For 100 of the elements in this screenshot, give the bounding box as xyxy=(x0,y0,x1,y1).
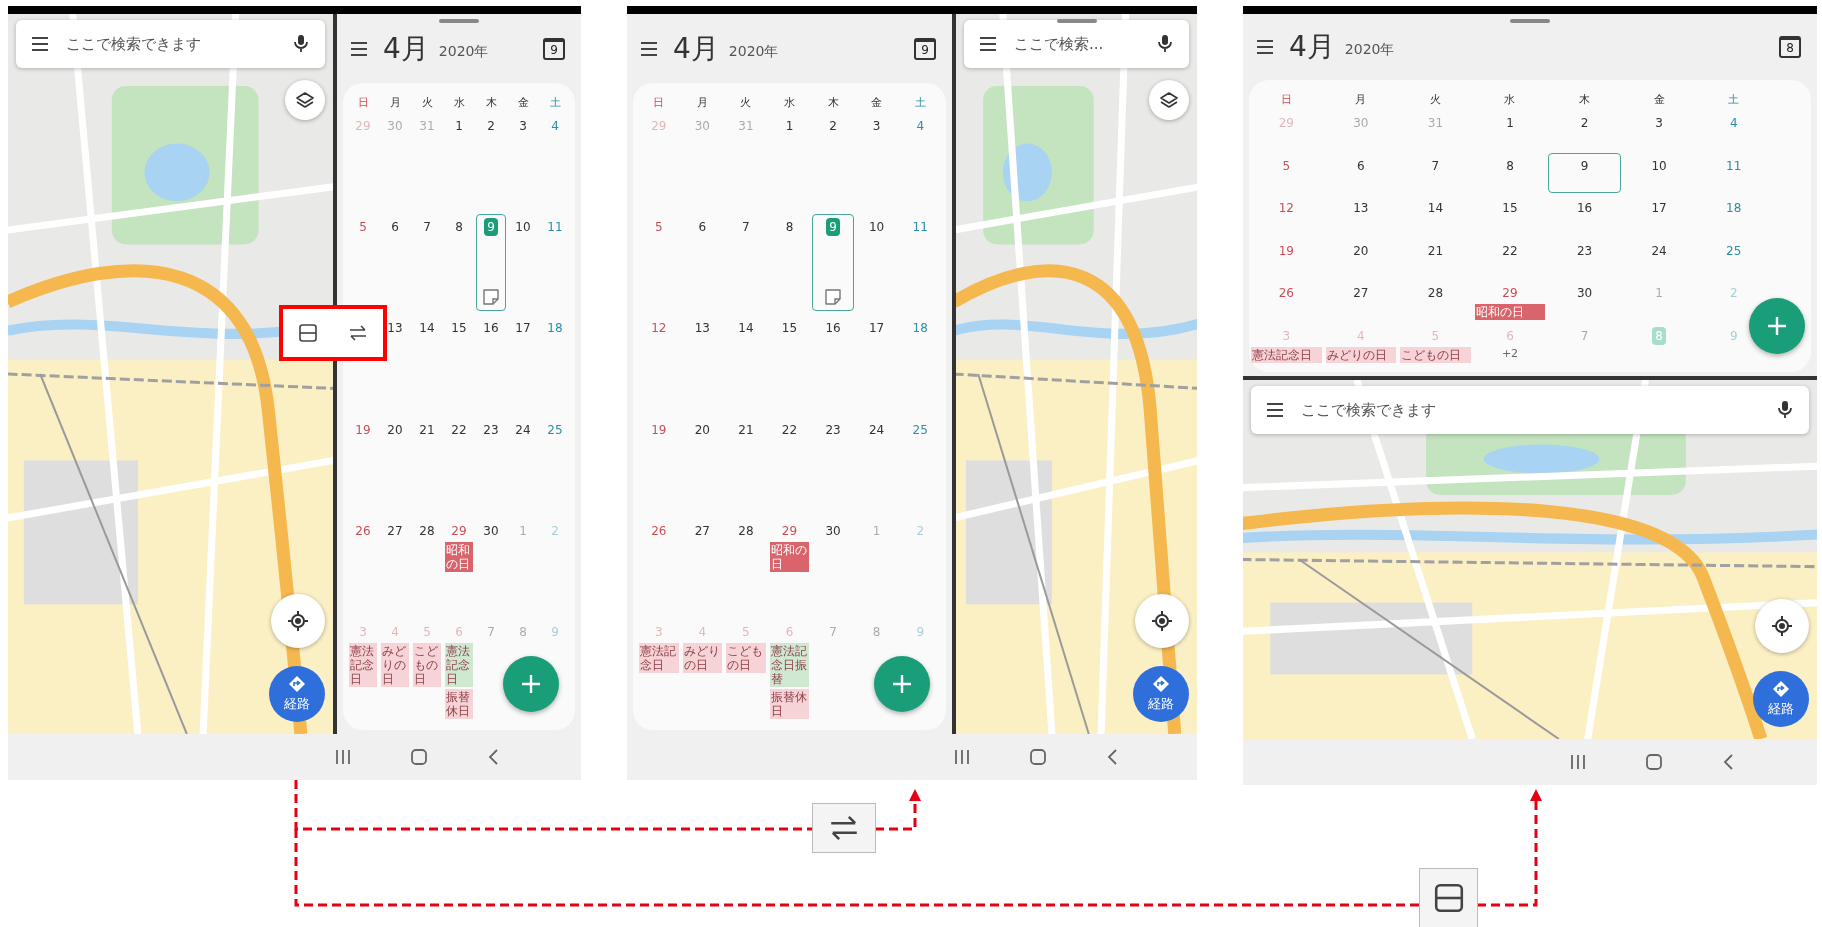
day-cell[interactable]: 10 xyxy=(1647,152,1671,176)
day-cell[interactable]: 29 昭和の日 xyxy=(1473,280,1547,321)
day-cell[interactable]: 21 xyxy=(734,416,758,440)
day-cell[interactable]: 4 xyxy=(547,113,563,136)
recent-apps-icon[interactable] xyxy=(334,748,352,766)
event-chip[interactable]: 昭和の日 xyxy=(445,541,473,572)
day-cell[interactable]: 22 xyxy=(447,416,471,440)
day-cell[interactable]: 2 xyxy=(483,113,499,136)
day-cell[interactable]: 4 xyxy=(1725,110,1742,133)
day-cell[interactable]: 5 xyxy=(650,214,667,238)
day-cell[interactable]: 2 xyxy=(1576,110,1593,133)
menu-icon[interactable] xyxy=(30,34,50,54)
menu-icon[interactable] xyxy=(1255,37,1275,57)
day-cell[interactable]: 7 xyxy=(1427,152,1444,176)
day-cell[interactable]: 12 xyxy=(647,315,671,339)
day-cell[interactable]: 17 xyxy=(1647,195,1671,218)
day-cell[interactable]: 5 こどもの日 xyxy=(1399,323,1472,364)
day-cell[interactable]: 26 xyxy=(351,517,375,541)
day-cell[interactable]: 8 xyxy=(451,214,467,238)
day-cell[interactable]: 20 xyxy=(383,416,407,440)
search-bar[interactable]: ここで検索できます xyxy=(1251,386,1809,434)
day-cell[interactable]: 1 xyxy=(781,113,798,136)
day-cell[interactable]: 4 みどりの日 xyxy=(681,619,724,674)
event-chip[interactable]: 昭和の日 xyxy=(769,541,810,572)
search-field[interactable]: ここで検索できます xyxy=(1299,400,1761,420)
microphone-icon[interactable] xyxy=(1775,399,1795,421)
event-chip[interactable]: 昭和の日 xyxy=(1474,304,1546,320)
day-cell[interactable]: 25 xyxy=(1722,237,1746,261)
search-bar[interactable]: ここで検索... xyxy=(964,20,1189,68)
day-cell[interactable]: 20 xyxy=(690,416,714,440)
event-chip[interactable]: みどりの日 xyxy=(682,643,723,673)
day-cell[interactable]: 18 xyxy=(908,315,932,339)
day-cell[interactable]: 5 xyxy=(355,214,371,238)
day-cell[interactable]: 10 xyxy=(511,214,535,238)
day-cell[interactable]: 3 xyxy=(1651,110,1667,133)
recent-apps-icon[interactable] xyxy=(953,748,971,766)
day-cell[interactable]: 5 こどもの日 xyxy=(725,619,767,674)
day-cell[interactable]: 13 xyxy=(1349,195,1373,218)
day-cell[interactable]: 6 xyxy=(387,214,403,238)
day-cell[interactable]: 22 xyxy=(1498,237,1522,261)
day-cell[interactable]: 5 こどもの日 xyxy=(412,619,442,688)
day-cell[interactable]: 17 xyxy=(865,315,889,339)
day-cell[interactable]: 4 みどりの日 xyxy=(380,619,410,688)
day-cell[interactable]: 30 xyxy=(479,517,503,541)
day-cell[interactable]: 9 xyxy=(812,214,854,312)
day-cell[interactable]: 27 xyxy=(690,517,714,541)
day-cell[interactable]: 19 xyxy=(647,416,671,440)
day-cell[interactable]: 13 xyxy=(383,315,407,339)
day-cell[interactable]: 6 xyxy=(1353,152,1369,176)
today-button[interactable]: 9 xyxy=(914,37,936,60)
day-cell[interactable]: 14 xyxy=(734,315,758,339)
event-chip[interactable]: こどもの日 xyxy=(726,643,766,673)
home-icon[interactable] xyxy=(1029,748,1047,766)
day-cell[interactable]: 1 xyxy=(1502,110,1518,133)
day-cell[interactable]: 9 xyxy=(476,214,506,312)
day-cell[interactable]: 15 xyxy=(447,315,471,339)
day-cell[interactable]: 29 昭和の日 xyxy=(768,517,811,573)
day-cell[interactable]: 2 xyxy=(825,113,841,136)
day-cell[interactable]: 3 憲法記念日 xyxy=(638,619,680,674)
more-count[interactable]: +2 xyxy=(1501,347,1519,360)
day-cell[interactable]: 23 xyxy=(479,416,503,440)
day-cell[interactable]: 1 xyxy=(451,113,467,136)
day-cell[interactable]: 11 xyxy=(908,214,932,238)
day-cell[interactable]: 16 xyxy=(821,315,845,339)
day-cell[interactable]: 23 xyxy=(821,416,845,440)
day-cell[interactable]: 26 xyxy=(647,517,671,541)
day-cell[interactable]: 17 xyxy=(511,315,535,339)
day-cell[interactable]: 30 xyxy=(1572,280,1597,303)
home-icon[interactable] xyxy=(1645,753,1663,771)
day-cell[interactable]: 19 xyxy=(351,416,375,440)
day-cell[interactable]: 22 xyxy=(777,416,802,440)
day-cell[interactable]: 29 昭和の日 xyxy=(444,517,474,573)
day-cell[interactable]: 4 xyxy=(912,113,929,136)
search-field[interactable]: ここで検索できます xyxy=(64,34,277,54)
day-cell[interactable]: 30 xyxy=(821,517,845,541)
day-cell[interactable]: 13 xyxy=(690,315,714,339)
search-bar[interactable]: ここで検索できます xyxy=(16,20,325,68)
day-cell[interactable]: 6 憲法記念日振替 振替休日 xyxy=(768,619,811,720)
microphone-icon[interactable] xyxy=(1155,33,1175,55)
microphone-icon[interactable] xyxy=(291,33,311,55)
day-cell[interactable]: 25 xyxy=(908,416,932,440)
day-cell[interactable]: 14 xyxy=(1423,195,1448,218)
day-cell[interactable]: 11 xyxy=(1722,152,1746,176)
drag-handle[interactable] xyxy=(439,19,479,23)
day-cell[interactable]: 14 xyxy=(415,315,439,339)
event-chip[interactable]: 憲法記念日 xyxy=(349,643,377,687)
day-cell[interactable]: 16 xyxy=(1572,195,1597,218)
search-field[interactable]: ここで検索... xyxy=(1012,34,1141,54)
day-cell[interactable]: 12 xyxy=(1274,195,1298,218)
day-cell[interactable]: 21 xyxy=(1423,237,1448,261)
today-button[interactable]: 9 xyxy=(543,37,565,60)
day-cell[interactable]: 11 xyxy=(543,214,567,238)
day-cell[interactable]: 23 xyxy=(1572,237,1597,261)
event-chip[interactable]: 振替休日 xyxy=(445,689,473,719)
event-chip[interactable]: みどりの日 xyxy=(381,643,409,687)
day-cell[interactable]: 6 +2 xyxy=(1500,323,1520,361)
day-cell[interactable]: 3 xyxy=(515,113,531,136)
day-cell[interactable]: 18 xyxy=(1722,195,1746,218)
day-cell[interactable]: 8 xyxy=(781,214,798,238)
day-cell[interactable]: 28 xyxy=(734,517,758,541)
